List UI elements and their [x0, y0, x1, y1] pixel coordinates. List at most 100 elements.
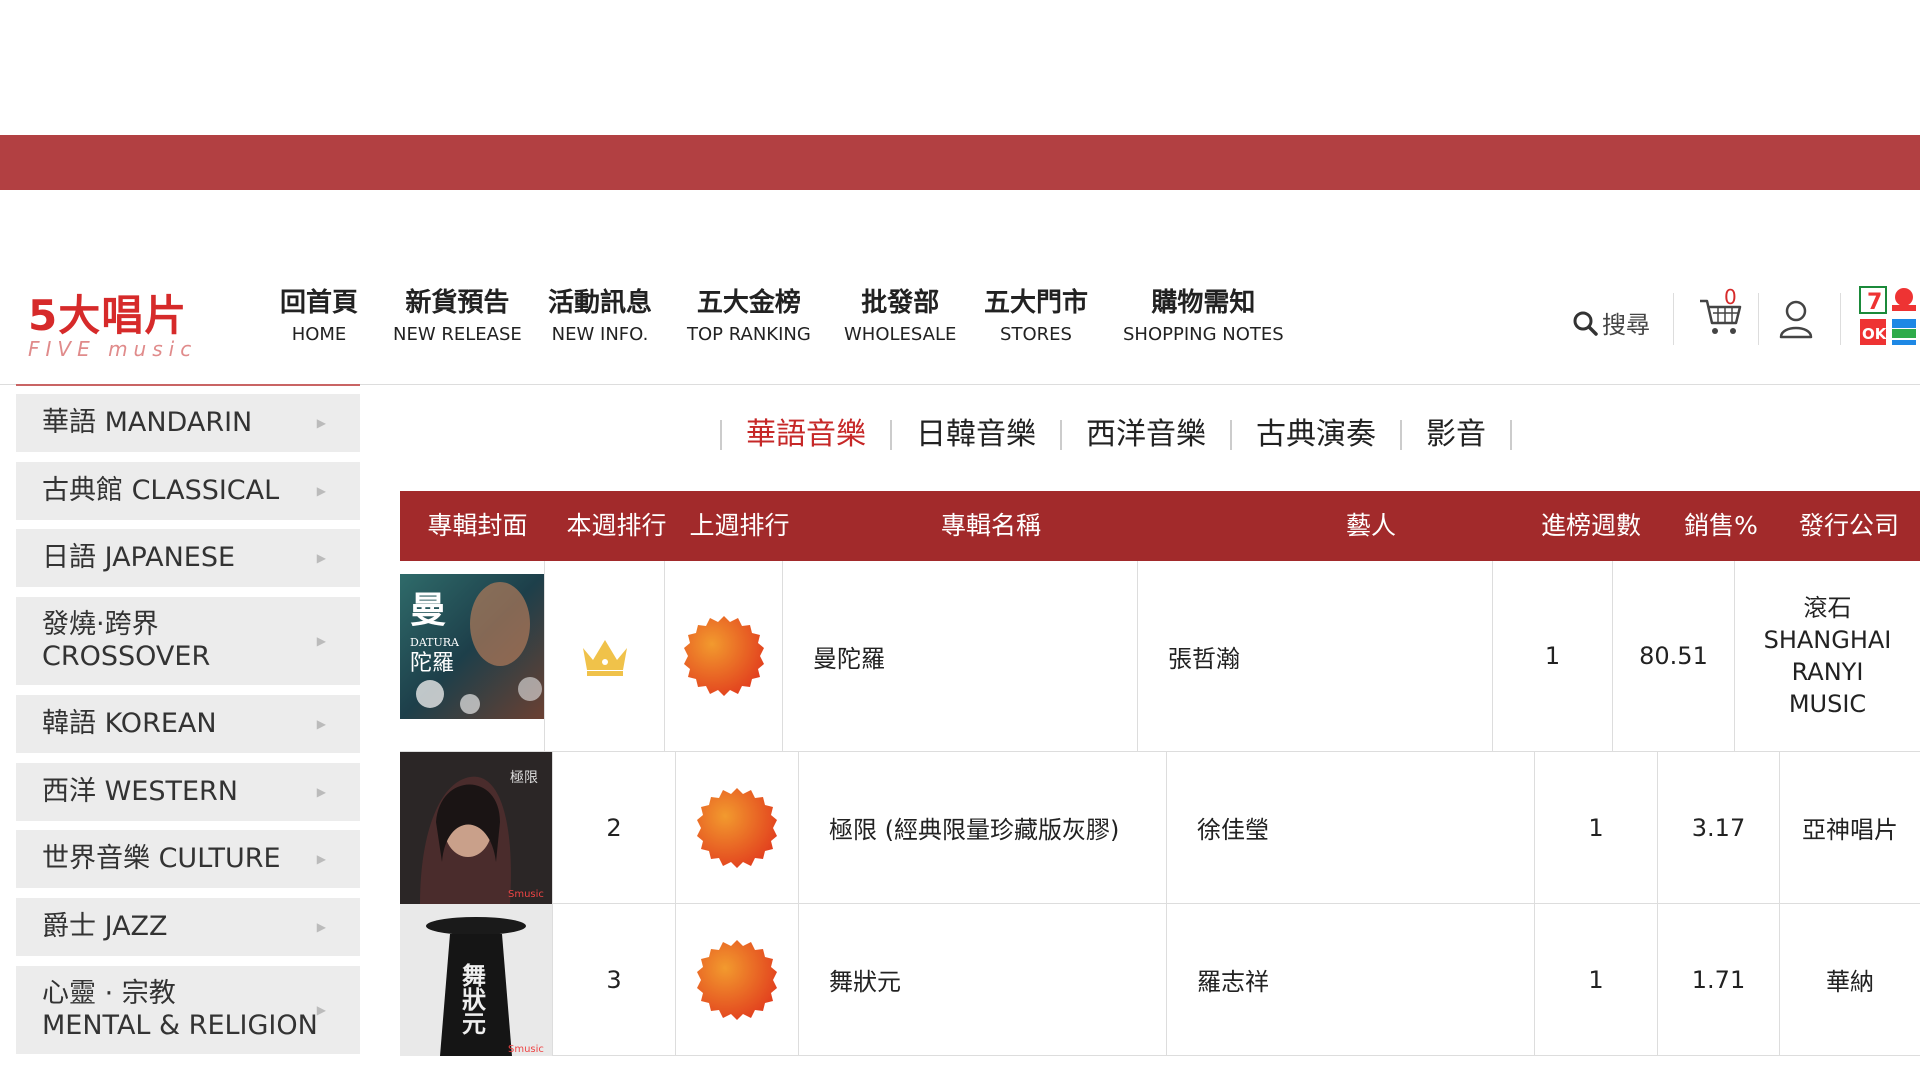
- nav-label-en: NEW RELEASE: [393, 324, 522, 345]
- sidebar-item-label: 古典館 CLASSICAL: [42, 475, 280, 506]
- weeks-cell: 1: [1534, 752, 1657, 903]
- crown-icon: [582, 640, 627, 676]
- album-cover-image: 極限 Smusic: [400, 752, 552, 904]
- sidebar-item-culture[interactable]: 世界音樂 CULTURE ▶: [16, 830, 360, 888]
- label-cell: 亞神唱片: [1779, 752, 1920, 903]
- label-cell: 滾石 SHANGHAI RANYI MUSIC: [1734, 561, 1920, 751]
- logo-sub-text: FIVE music: [28, 337, 198, 361]
- album-cover-image: 曼 DATURA 陀羅: [400, 574, 544, 719]
- cart-count: 0: [1724, 285, 1737, 309]
- sidebar-item-label: 爵士 JAZZ: [42, 911, 168, 942]
- sidebar-item-label: 日語 JAPANESE: [42, 542, 236, 573]
- sidebar-item-label: 華語 MANDARIN: [42, 407, 253, 438]
- artist-cell[interactable]: 張哲瀚: [1137, 561, 1492, 751]
- column-header: 上週排行: [689, 511, 790, 540]
- tab-classical-music[interactable]: 古典演奏: [1232, 415, 1400, 455]
- divider: [1840, 293, 1841, 345]
- sidebar-top-border: [16, 384, 360, 386]
- column-header: 專輯封面: [427, 511, 528, 540]
- nav-new-release[interactable]: 新貨預告 NEW RELEASE: [393, 285, 522, 349]
- new-badge-icon: [697, 787, 777, 868]
- nav-label-zh: 新貨預告: [405, 288, 510, 318]
- last-week-cell: [664, 561, 782, 751]
- svg-text:極限: 極限: [510, 770, 538, 786]
- rank-cell: 2: [552, 752, 675, 903]
- svg-text:OK: OK: [1862, 325, 1888, 343]
- divider: [1758, 293, 1759, 345]
- tab-western-music[interactable]: 西洋音樂: [1062, 415, 1230, 455]
- rank-cell: 3: [552, 904, 675, 1055]
- nav-label-en: HOME: [291, 324, 347, 345]
- nav-home[interactable]: 回首頁 HOME: [280, 285, 358, 349]
- svg-text:陀羅: 陀羅: [410, 651, 454, 676]
- tab-video[interactable]: 影音: [1402, 415, 1510, 455]
- weeks-cell: 1: [1492, 561, 1612, 751]
- nav-label-zh: 活動訊息: [548, 288, 653, 318]
- tab-mandarin-music[interactable]: 華語音樂: [722, 415, 890, 455]
- nav-label-zh: 批發部: [861, 288, 940, 318]
- nav-new-info[interactable]: 活動訊息 NEW INFO.: [548, 285, 652, 349]
- nav-label-zh: 回首頁: [280, 288, 359, 318]
- chevron-right-icon: ▶: [316, 634, 326, 648]
- sidebar-item-label: 西洋 WESTERN: [42, 776, 238, 807]
- category-tabs: 華語音樂 日韓音樂 西洋音樂 古典演奏 影音: [720, 410, 1512, 460]
- svg-text:DATURA: DATURA: [410, 636, 460, 649]
- last-week-cell: [675, 752, 798, 903]
- column-header: 專輯名稱: [940, 511, 1041, 540]
- artist-cell[interactable]: 羅志祥: [1166, 904, 1534, 1055]
- user-icon: [1779, 300, 1813, 339]
- album-cover[interactable]: 極限 Smusic: [400, 752, 552, 904]
- nav-wholesale[interactable]: 批發部 WHOLESALE: [844, 285, 956, 349]
- album-cover[interactable]: 舞 狀 元 Smusic: [400, 904, 552, 1056]
- nav-stores[interactable]: 五大門市 STORES: [984, 285, 1088, 349]
- sidebar-item-mental-religion[interactable]: 心靈 · 宗教 MENTAL & RELIGION ▶: [16, 966, 360, 1054]
- store-logos-icon: 7 OK: [1859, 286, 1916, 345]
- album-cover-image: 舞 狀 元 Smusic: [400, 904, 552, 1056]
- album-title-cell[interactable]: 舞狀元: [798, 904, 1166, 1055]
- sidebar-item-jazz[interactable]: 爵士 JAZZ ▶: [16, 898, 360, 956]
- artist-cell[interactable]: 徐佳瑩: [1166, 752, 1534, 903]
- sidebar-item-japanese[interactable]: 日語 JAPANESE ▶: [16, 529, 360, 587]
- nav-label-zh: 五大門市: [984, 288, 1089, 318]
- column-header: 銷售%: [1684, 511, 1758, 540]
- nav-label-en: SHOPPING NOTES: [1123, 324, 1284, 345]
- last-week-cell: [675, 904, 798, 1055]
- sidebar-item-mandarin[interactable]: 華語 MANDARIN ▶: [16, 394, 360, 452]
- search-label: 搜尋: [1602, 311, 1650, 339]
- table-row[interactable]: 曼 DATURA 陀羅 曼陀羅 張哲瀚 1 80.51 滾石 SHANGHAI …: [400, 561, 1920, 752]
- sidebar-item-classical[interactable]: 古典館 CLASSICAL ▶: [16, 462, 360, 520]
- svg-text:元: 元: [462, 1009, 486, 1038]
- column-header: 本週排行: [566, 511, 667, 540]
- convenience-store-logos[interactable]: 7 OK: [1858, 285, 1920, 355]
- sales-cell: 3.17: [1657, 752, 1779, 903]
- sales-cell: 80.51: [1612, 561, 1734, 751]
- account-button[interactable]: [1778, 299, 1814, 343]
- chevron-right-icon: ▶: [316, 852, 326, 866]
- nav-label-en: NEW INFO.: [551, 324, 649, 345]
- chevron-right-icon: ▶: [316, 920, 326, 934]
- site-logo[interactable]: 5大唱片 FIVE music: [28, 293, 236, 363]
- album-title-cell[interactable]: 曼陀羅: [782, 561, 1137, 751]
- nav-top-ranking[interactable]: 五大金榜 TOP RANKING: [687, 285, 811, 349]
- chevron-right-icon: ▶: [316, 416, 326, 430]
- divider: [1673, 293, 1674, 345]
- column-header: 進榜週數: [1540, 511, 1641, 540]
- nav-shopping-notes[interactable]: 購物需知 SHOPPING NOTES: [1123, 285, 1284, 349]
- album-cover[interactable]: 曼 DATURA 陀羅: [400, 574, 544, 719]
- table-header: 專輯封面 本週排行 上週排行 專輯名稱 藝人 進榜週數 銷售% 發行公司: [400, 491, 1920, 561]
- sidebar-item-korean[interactable]: 韓語 KOREAN ▶: [16, 695, 360, 753]
- chevron-right-icon: ▶: [316, 551, 326, 565]
- nav-label-en: TOP RANKING: [687, 324, 811, 345]
- sidebar-item-label: 心靈 · 宗教 MENTAL & RELIGION: [42, 978, 318, 1041]
- album-title-cell[interactable]: 極限 (經典限量珍藏版灰膠): [798, 752, 1166, 903]
- sidebar-item-crossover[interactable]: 發燒‧跨界 CROSSOVER ▶: [16, 597, 360, 685]
- svg-text:曼: 曼: [410, 589, 446, 631]
- sidebar-item-western[interactable]: 西洋 WESTERN ▶: [16, 763, 360, 821]
- table-row[interactable]: 舞 狀 元 Smusic 3 舞狀元 羅志祥 1 1.71 華納: [400, 904, 1920, 1056]
- cart-button[interactable]: 0: [1698, 285, 1742, 341]
- search-button[interactable]: 搜尋: [1572, 305, 1650, 340]
- table-row[interactable]: 極限 Smusic 2 極限 (經典限量珍藏版灰膠) 徐佳瑩 1 3.17 亞神…: [400, 752, 1920, 904]
- nav-label-zh: 五大金榜: [696, 288, 801, 318]
- new-badge-icon: [697, 939, 777, 1020]
- tab-japan-korea-music[interactable]: 日韓音樂: [892, 415, 1060, 455]
